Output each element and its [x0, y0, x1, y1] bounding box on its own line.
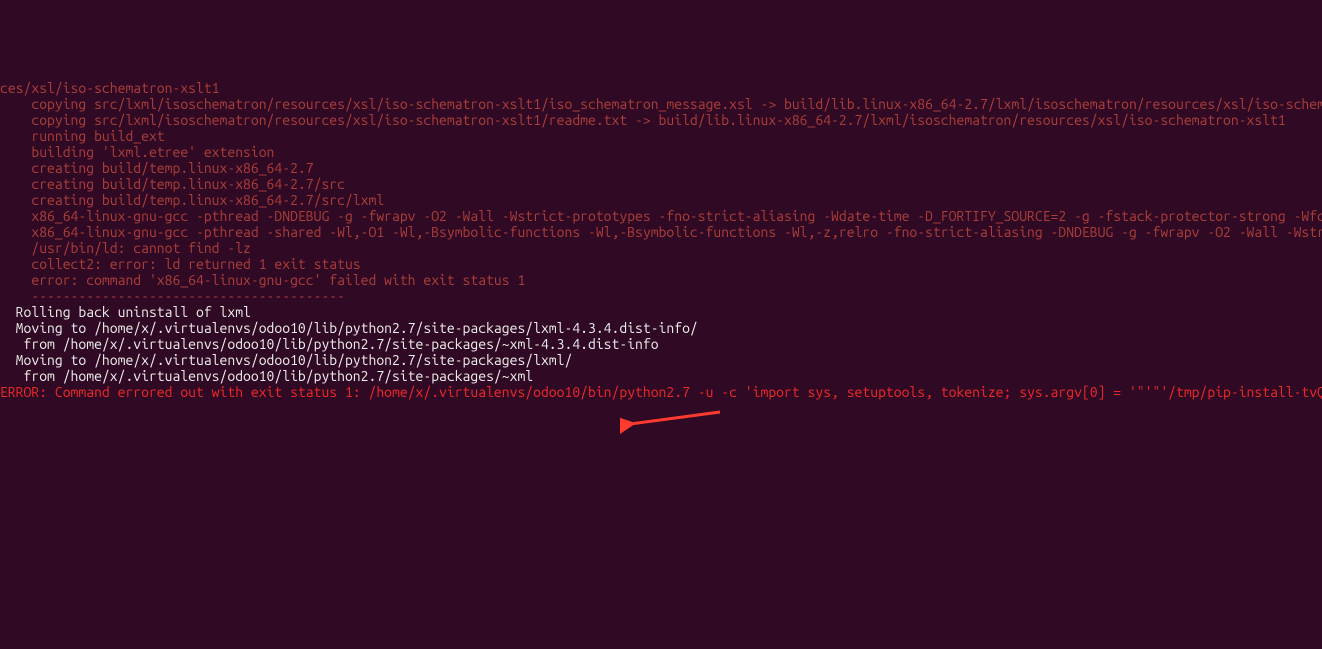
terminal-line: creating build/temp.linux-x86_64-2.7/src… [0, 192, 384, 208]
terminal-line: running build_ext [0, 128, 165, 144]
terminal-line: creating build/temp.linux-x86_64-2.7 [0, 160, 314, 176]
terminal-line: Rolling back uninstall of lxml [0, 304, 251, 320]
terminal-line: copying src/lxml/isoschematron/resources… [0, 96, 1322, 112]
terminal-line: collect2: error: ld returned 1 exit stat… [0, 256, 361, 272]
terminal-output: ces/xsl/iso-schematron-xslt1 copying src… [0, 64, 1322, 585]
terminal-line: x86_64-linux-gnu-gcc -pthread -shared -W… [0, 224, 1322, 240]
terminal-line: copying src/lxml/isoschematron/resources… [0, 112, 1286, 128]
terminal-line: /usr/bin/ld: cannot find -lz [0, 240, 251, 256]
terminal-line: x86_64-linux-gnu-gcc -pthread -DNDEBUG -… [0, 208, 1322, 224]
terminal-line: building 'lxml.etree' extension [0, 144, 274, 160]
terminal-line: from /home/x/.virtualenvs/odoo10/lib/pyt… [0, 368, 533, 384]
terminal-line: from /home/x/.virtualenvs/odoo10/lib/pyt… [0, 336, 659, 352]
terminal-line: Moving to /home/x/.virtualenvs/odoo10/li… [0, 320, 698, 336]
terminal-line: ---------------------------------------- [0, 288, 345, 304]
terminal-line: ces/xsl/iso-schematron-xslt1 [0, 80, 220, 96]
terminal-line: creating build/temp.linux-x86_64-2.7/src [0, 176, 345, 192]
terminal-line: Moving to /home/x/.virtualenvs/odoo10/li… [0, 352, 572, 368]
terminal-line: ERROR: Command errored out with exit sta… [0, 384, 1322, 400]
terminal-line: error: command 'x86_64-linux-gnu-gcc' fa… [0, 272, 525, 288]
annotation-arrow-icon [620, 408, 730, 438]
